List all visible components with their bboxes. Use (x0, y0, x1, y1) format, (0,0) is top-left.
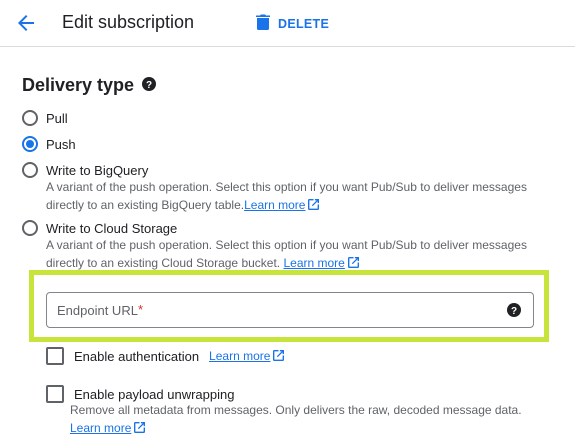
radio-write-to-bigquery[interactable]: Write to BigQuery (22, 162, 148, 178)
payload-unwrapping-description: Remove all metadata from messages. Only … (70, 403, 522, 417)
enable-authentication-row: Enable authentication Learn more (46, 347, 285, 365)
delivery-type-heading: Delivery type ? (22, 75, 157, 96)
enable-authentication-checkbox[interactable] (46, 347, 64, 365)
radio-pull[interactable]: Pull (22, 110, 68, 126)
top-app-bar: Edit subscription DELETE (0, 0, 575, 47)
delivery-type-title: Delivery type (22, 75, 135, 95)
back-arrow-icon[interactable] (14, 11, 38, 35)
enable-payload-unwrapping-checkbox[interactable] (46, 385, 64, 403)
external-link-icon (308, 198, 320, 216)
delete-label: DELETE (278, 17, 330, 31)
authentication-learn-more-link[interactable]: Learn more (209, 348, 285, 364)
svg-text:?: ? (511, 306, 517, 317)
radio-write-to-cloud-storage[interactable]: Write to Cloud Storage (22, 220, 177, 236)
help-icon[interactable]: ? (142, 75, 157, 96)
enable-authentication-label[interactable]: Enable authentication (74, 349, 199, 364)
trash-icon (256, 14, 270, 35)
cloud-storage-learn-more-link[interactable]: Learn more (283, 255, 359, 270)
page-title: Edit subscription (62, 12, 195, 32)
radio-push[interactable]: Push (22, 136, 76, 152)
help-icon[interactable]: ? (507, 303, 521, 322)
payload-unwrapping-description-block: Remove all metadata from messages. Only … (70, 402, 550, 438)
radio-button[interactable] (22, 162, 38, 178)
svg-text:?: ? (146, 80, 152, 91)
link-text: Learn more (244, 197, 306, 212)
enable-payload-unwrapping-label[interactable]: Enable payload unwrapping (74, 387, 234, 402)
delete-button[interactable]: DELETE (256, 14, 329, 34)
required-marker: * (138, 302, 144, 317)
external-link-icon (134, 421, 146, 439)
radio-label: Write to BigQuery (46, 162, 149, 178)
link-text: Learn more (209, 348, 271, 363)
payload-unwrapping-learn-more-link[interactable]: Learn more (70, 420, 146, 435)
link-text: Learn more (70, 420, 132, 435)
radio-label: Pull (46, 110, 68, 126)
radio-label: Write to Cloud Storage (46, 220, 178, 236)
radio-button-selected[interactable] (22, 136, 38, 152)
radio-label: Push (46, 136, 76, 152)
external-link-icon (273, 349, 285, 364)
link-text: Learn more (283, 255, 345, 270)
endpoint-url-field[interactable]: * ? (46, 292, 534, 328)
cloud-storage-description-block: A variant of the push operation. Select … (46, 237, 546, 273)
enable-payload-unwrapping-row: Enable payload unwrapping (46, 385, 234, 403)
radio-button[interactable] (22, 220, 38, 236)
endpoint-url-input[interactable] (57, 293, 497, 327)
bigquery-description-block: A variant of the push operation. Select … (46, 179, 546, 215)
bigquery-learn-more-link[interactable]: Learn more (244, 197, 320, 212)
radio-button[interactable] (22, 110, 38, 126)
